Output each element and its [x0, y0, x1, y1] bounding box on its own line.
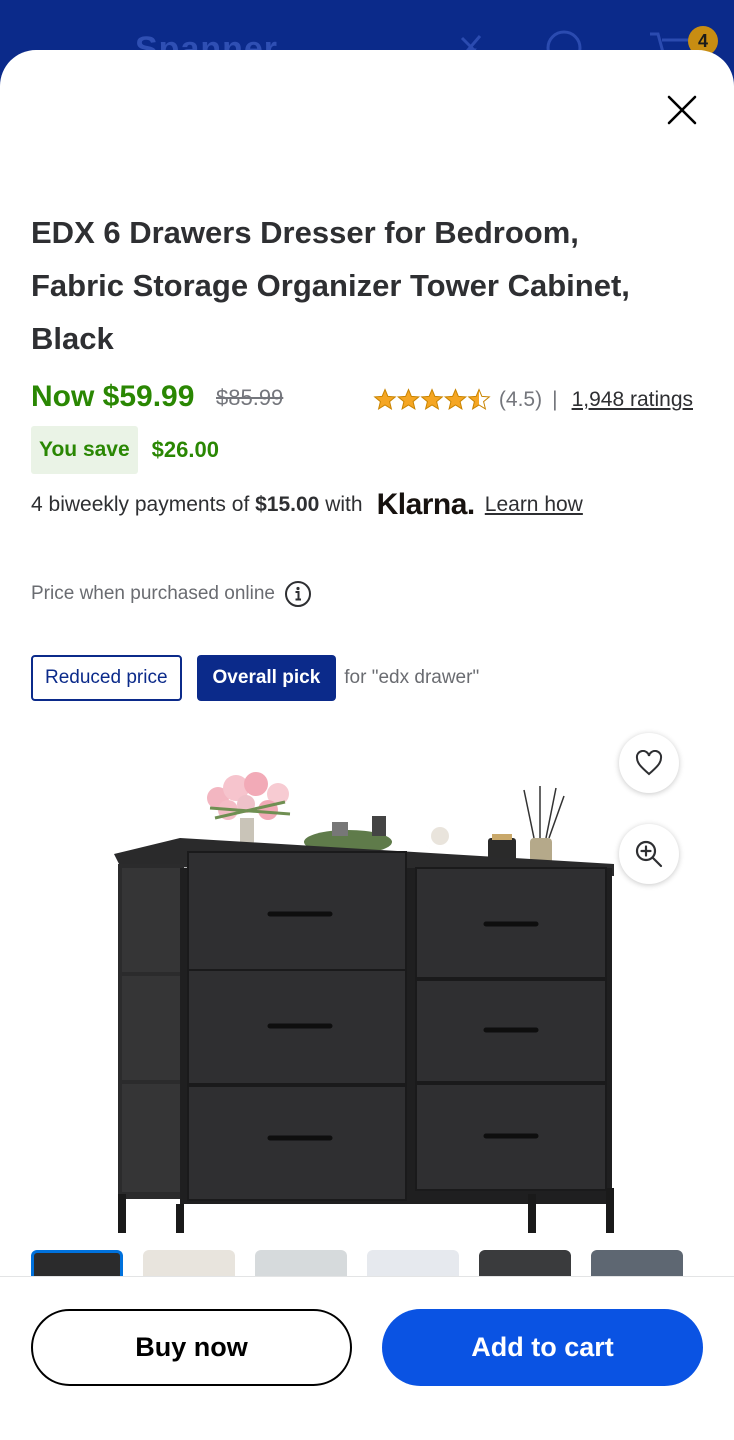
you-save-badge: You save [31, 426, 138, 474]
product-title-line: Fabric Storage Organizer Tower Cabinet, [31, 268, 630, 303]
product-tags: Reduced price Overall pick for "edx draw… [31, 655, 479, 701]
thumbnail[interactable] [143, 1250, 235, 1278]
product-title: EDX 6 Drawers Dresser for Bedroom, Fabri… [31, 206, 701, 365]
thumbnail[interactable] [255, 1250, 347, 1278]
favorite-button[interactable] [619, 733, 679, 793]
star-rating [373, 388, 491, 412]
klarna-payment-row: 4 biweekly payments of $15.00 with Klarn… [31, 488, 583, 522]
zoom-button[interactable] [619, 824, 679, 884]
add-to-cart-button[interactable]: Add to cart [382, 1309, 703, 1386]
rating-value: (4.5) [498, 388, 543, 411]
learn-how-link[interactable]: Learn how [485, 493, 583, 517]
thumbnail[interactable] [31, 1250, 123, 1278]
product-title-line: Black [31, 321, 114, 356]
overall-pick-query: for "edx drawer" [344, 667, 480, 688]
thumbnail[interactable] [591, 1250, 683, 1278]
rating-summary: (4.5) | 1,948 ratings [373, 388, 693, 412]
info-icon[interactable] [284, 580, 312, 608]
payment-amount: $15.00 [255, 493, 320, 516]
thumbnail[interactable] [367, 1250, 459, 1278]
rating-separator: | [552, 388, 558, 411]
reduced-price-tag: Reduced price [31, 655, 182, 701]
close-icon [667, 95, 697, 125]
heart-icon [635, 750, 663, 776]
you-save-amount: $26.00 [151, 437, 219, 462]
online-price-text: Price when purchased online [31, 583, 275, 604]
price-row: Now $59.99 $85.99 (4.5) | 1,948 ratings [31, 380, 701, 420]
payment-prefix: 4 biweekly payments of [31, 493, 250, 516]
close-button[interactable] [660, 88, 704, 132]
thumbnail[interactable] [479, 1250, 571, 1278]
klarna-logo: Klarna. [376, 488, 476, 521]
star-rating-icon [374, 389, 490, 410]
payment-suffix: with [325, 493, 363, 516]
product-title-line: EDX 6 Drawers Dresser for Bedroom, [31, 215, 579, 250]
current-price: Now $59.99 [31, 380, 195, 413]
image-thumbnails [31, 1250, 703, 1278]
original-price: $85.99 [216, 385, 284, 410]
buy-now-button[interactable]: Buy now [31, 1309, 352, 1386]
product-bottom-sheet: EDX 6 Drawers Dresser for Bedroom, Fabri… [0, 50, 734, 1440]
savings-row: You save $26.00 [31, 426, 219, 474]
flower-vase-decor [207, 772, 291, 844]
zoom-in-icon [635, 840, 663, 868]
action-bar: Buy now Add to cart [0, 1276, 734, 1440]
online-price-note: Price when purchased online [31, 580, 312, 608]
overall-pick-tag: Overall pick [196, 655, 337, 701]
product-image[interactable] [100, 718, 630, 1233]
ratings-count-link[interactable]: 1,948 ratings [572, 388, 693, 412]
